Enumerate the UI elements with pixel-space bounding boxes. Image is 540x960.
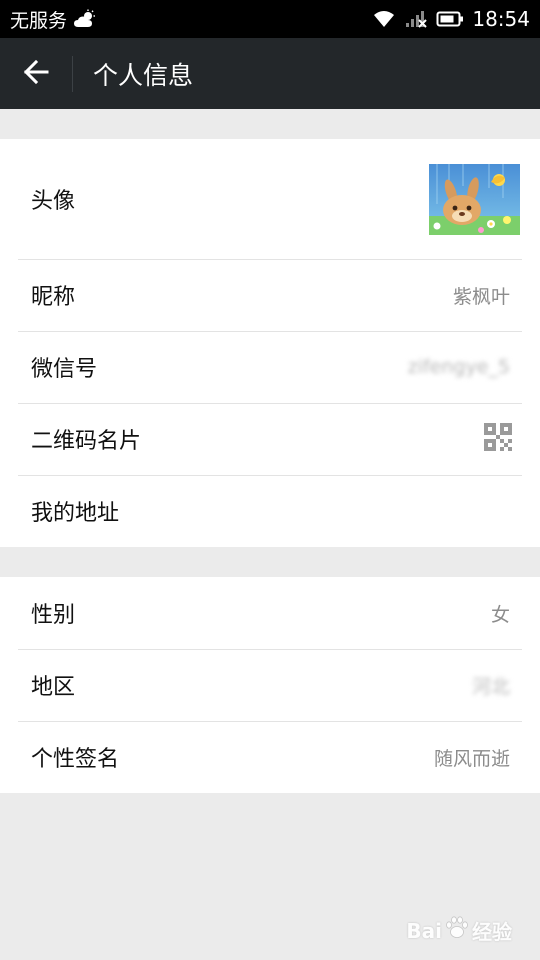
clock-time: 18:54 <box>472 7 530 31</box>
row-gender[interactable]: 性别 女 <box>0 577 540 649</box>
row-label: 二维码名片 <box>31 429 142 454</box>
row-qr-card[interactable]: 二维码名片 <box>0 403 540 475</box>
arrow-left-icon <box>22 58 50 90</box>
wechat-id-value: zifengye_5 <box>407 356 510 378</box>
row-label: 地区 <box>31 675 76 700</box>
gender-value: 女 <box>490 603 510 626</box>
row-nickname[interactable]: 昵称 紫枫叶 <box>0 259 540 331</box>
row-my-address[interactable]: 我的地址 <box>0 475 540 547</box>
watermark-text-right: 经验 <box>472 920 512 944</box>
row-wechat-id[interactable]: 微信号 zifengye_5 <box>0 331 540 403</box>
row-label: 微信号 <box>31 357 98 382</box>
profile-group: 头像 昵称 紫枫叶 微信号 zifengye_5 二维码名片 我的地址 <box>0 139 540 547</box>
row-label: 头像 <box>31 189 76 214</box>
watermark-text-left: Bai <box>406 918 442 943</box>
row-label: 昵称 <box>31 285 76 310</box>
row-label: 我的地址 <box>31 501 120 526</box>
status-bar: 无服务 18:54 <box>0 0 540 38</box>
paw-icon <box>444 915 470 946</box>
avatar[interactable] <box>429 163 520 235</box>
back-button[interactable] <box>0 38 72 109</box>
nickname-value: 紫枫叶 <box>452 285 510 308</box>
row-avatar[interactable]: 头像 <box>0 139 540 259</box>
signature-value: 随风而逝 <box>433 747 510 770</box>
detail-group: 性别 女 地区 河北 个性签名 随风而逝 <box>0 577 540 793</box>
row-signature[interactable]: 个性签名 随风而逝 <box>0 721 540 793</box>
row-label: 性别 <box>31 603 76 628</box>
watermark: Bai 经验 <box>406 915 512 946</box>
title-bar: 个人信息 <box>0 38 540 109</box>
row-label: 个性签名 <box>31 747 120 772</box>
page-title: 个人信息 <box>93 60 194 90</box>
row-region[interactable]: 地区 河北 <box>0 649 540 721</box>
signal-off-icon <box>404 9 428 29</box>
qr-code-icon <box>484 423 512 455</box>
region-value: 河北 <box>471 675 510 698</box>
title-divider <box>72 55 73 92</box>
cloud-sun-icon <box>73 9 97 29</box>
wifi-icon <box>372 9 396 29</box>
carrier-text: 无服务 <box>10 9 68 32</box>
battery-icon <box>436 9 464 29</box>
